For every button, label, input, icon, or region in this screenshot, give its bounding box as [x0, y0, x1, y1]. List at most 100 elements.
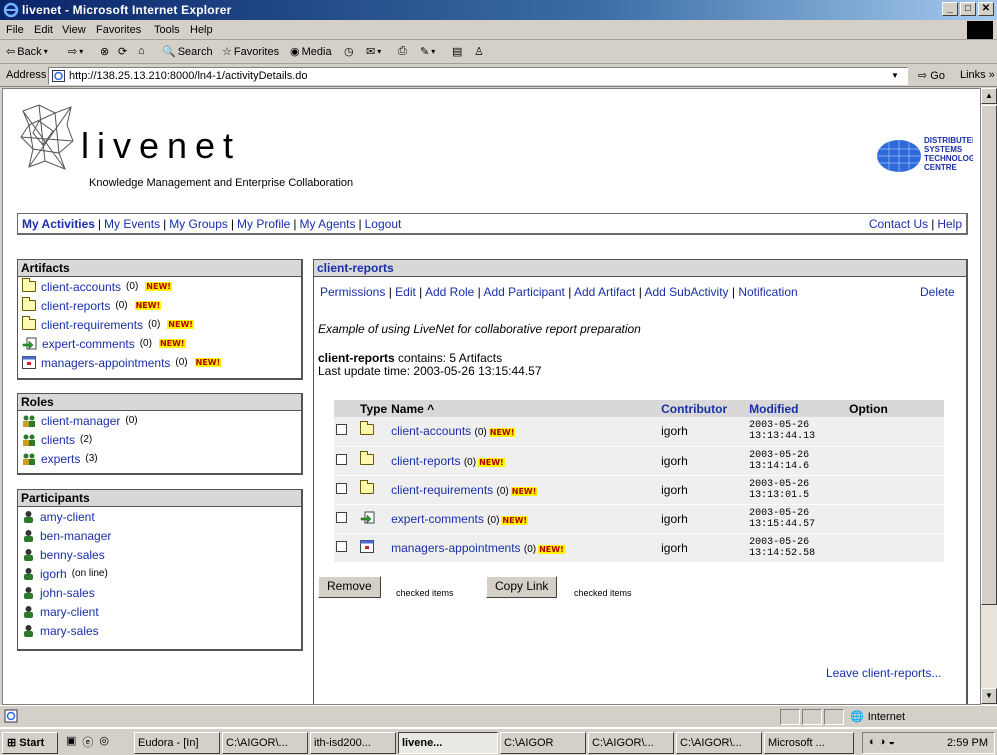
artifact-item[interactable]: client-accounts (0) NEW! — [18, 277, 301, 296]
participant-link[interactable]: mary-sales — [40, 624, 99, 638]
action-add-subactivity[interactable]: Add SubActivity — [644, 285, 728, 299]
participant-link[interactable]: john-sales — [40, 586, 95, 600]
artifact-link[interactable]: client-reports — [41, 299, 110, 313]
address-input[interactable]: http://138.25.13.210:8000/ln4-1/activity… — [48, 67, 908, 85]
action-add-artifact[interactable]: Add Artifact — [574, 285, 635, 299]
participant-link[interactable]: mary-client — [40, 605, 99, 619]
action-add-participant[interactable]: Add Participant — [483, 285, 564, 299]
outlook-icon[interactable]: ◎ — [99, 734, 109, 750]
nav-my-agents[interactable]: My Agents — [299, 217, 355, 231]
row-name-link[interactable]: client-accounts — [391, 424, 471, 438]
participant-item[interactable]: john-sales — [18, 583, 301, 602]
artifact-link[interactable]: managers-appointments — [41, 356, 170, 370]
menu-tools[interactable]: Tools — [154, 24, 180, 36]
discuss-icon[interactable]: ▤ — [452, 45, 462, 58]
print-icon[interactable]: ⎙ — [398, 45, 407, 58]
row-checkbox[interactable] — [336, 482, 347, 494]
nav-help[interactable]: Help — [937, 217, 962, 231]
close-button[interactable]: ✕ — [978, 2, 994, 16]
role-link[interactable]: experts — [41, 452, 80, 466]
col-contributor[interactable]: Contributor — [659, 400, 748, 417]
copy-link-button[interactable]: Copy Link — [486, 576, 558, 598]
stop-icon[interactable]: ⊗ — [100, 45, 109, 58]
row-checkbox[interactable] — [336, 424, 347, 436]
artifact-item[interactable]: client-requirements (0) NEW! — [18, 315, 301, 334]
role-item[interactable]: client-manager (0) — [18, 411, 301, 430]
maximize-button[interactable]: □ — [960, 2, 976, 16]
row-name-link[interactable]: client-requirements — [391, 483, 493, 497]
back-button[interactable]: ⇦ Back ▾ — [6, 45, 48, 59]
refresh-icon[interactable]: ⟳ — [118, 45, 127, 58]
scroll-down-icon[interactable]: ▼ — [981, 688, 997, 704]
row-checkbox[interactable] — [336, 511, 347, 523]
task-folder-1[interactable]: C:\AIGOR\... — [222, 732, 308, 754]
artifact-item[interactable]: expert-comments (0) NEW! — [18, 334, 301, 353]
task-word[interactable]: ith-isd200... — [310, 732, 396, 754]
nav-my-events[interactable]: My Events — [104, 217, 160, 231]
scroll-up-icon[interactable]: ▲ — [981, 88, 997, 104]
artifact-item[interactable]: managers-appointments (0) NEW! — [18, 353, 301, 372]
forward-button[interactable]: ⇨ ▾ — [68, 45, 83, 58]
task-folder-4[interactable]: C:\AIGOR\... — [676, 732, 762, 754]
nav-contact-us[interactable]: Contact Us — [869, 217, 928, 231]
leave-activity-link[interactable]: Leave client-reports... — [826, 666, 941, 680]
tray-icons[interactable]: ◐ ◑ ◒ — [869, 736, 895, 748]
mail-icon[interactable]: ✉ ▾ — [366, 45, 381, 58]
row-name-link[interactable]: client-reports — [391, 454, 460, 468]
nav-my-groups[interactable]: My Groups — [169, 217, 228, 231]
action-edit[interactable]: Edit — [395, 285, 416, 299]
participant-item[interactable]: amy-client — [18, 507, 301, 526]
action-delete[interactable]: Delete — [920, 285, 955, 299]
remove-button[interactable]: Remove — [318, 576, 381, 598]
participant-link[interactable]: benny-sales — [40, 548, 105, 562]
task-folder-3[interactable]: C:\AIGOR\... — [588, 732, 674, 754]
ie-icon[interactable]: ⓔ — [82, 734, 93, 750]
role-link[interactable]: clients — [41, 433, 75, 447]
menu-favorites[interactable]: Favorites — [96, 24, 141, 36]
menu-help[interactable]: Help — [190, 24, 213, 36]
history-icon[interactable]: ◷ — [344, 45, 354, 58]
artifact-item[interactable]: client-reports (0) NEW! — [18, 296, 301, 315]
row-checkbox[interactable] — [336, 453, 347, 465]
menu-edit[interactable]: Edit — [34, 24, 53, 36]
participant-link[interactable]: ben-manager — [40, 529, 111, 543]
artifact-link[interactable]: client-requirements — [41, 318, 143, 332]
nav-my-profile[interactable]: My Profile — [237, 217, 290, 231]
row-name-link[interactable]: managers-appointments — [391, 541, 520, 555]
participant-link[interactable]: igorh — [40, 567, 67, 581]
role-link[interactable]: client-manager — [41, 414, 120, 428]
nav-my-activities[interactable]: My Activities — [22, 217, 95, 231]
col-modified[interactable]: Modified — [747, 400, 848, 417]
scroll-thumb[interactable] — [981, 105, 997, 605]
participant-link[interactable]: amy-client — [40, 510, 95, 524]
participant-item[interactable]: mary-sales — [18, 621, 301, 640]
task-microsoft[interactable]: Microsoft ... — [764, 732, 854, 754]
artifact-link[interactable]: client-accounts — [41, 280, 121, 294]
role-item[interactable]: experts (3) — [18, 449, 301, 468]
action-add-role[interactable]: Add Role — [425, 285, 474, 299]
home-icon[interactable]: ⌂ — [138, 45, 145, 57]
row-checkbox[interactable] — [336, 540, 347, 552]
nav-logout[interactable]: Logout — [365, 217, 402, 231]
address-dropdown-icon[interactable]: ▼ — [888, 69, 902, 83]
start-button[interactable]: ⊞ Start — [2, 732, 58, 754]
minimize-button[interactable]: _ — [942, 2, 958, 16]
desktop-icon[interactable]: ▣ — [66, 734, 76, 750]
vertical-scrollbar[interactable]: ▲ ▼ — [981, 88, 997, 705]
media-button[interactable]: ◉ Media — [290, 45, 332, 59]
go-button[interactable]: ⇨ Go — [918, 69, 945, 82]
participant-item[interactable]: benny-sales — [18, 545, 301, 564]
task-eudora[interactable]: Eudora - [In] — [134, 732, 220, 754]
links-button[interactable]: Links » — [960, 69, 995, 81]
edit-icon[interactable]: ✎ ▾ — [420, 45, 435, 58]
col-name[interactable]: Name ^ — [389, 400, 660, 417]
favorites-button[interactable]: ☆ Favorites — [222, 45, 279, 59]
row-name-link[interactable]: expert-comments — [391, 512, 484, 526]
menu-file[interactable]: File — [6, 24, 24, 36]
task-folder-2[interactable]: C:\AIGOR — [500, 732, 586, 754]
participant-item[interactable]: igorh (on line) — [18, 564, 301, 583]
task-livenet[interactable]: livene... — [398, 732, 498, 754]
action-notification[interactable]: Notification — [738, 285, 797, 299]
role-item[interactable]: clients (2) — [18, 430, 301, 449]
participant-item[interactable]: ben-manager — [18, 526, 301, 545]
